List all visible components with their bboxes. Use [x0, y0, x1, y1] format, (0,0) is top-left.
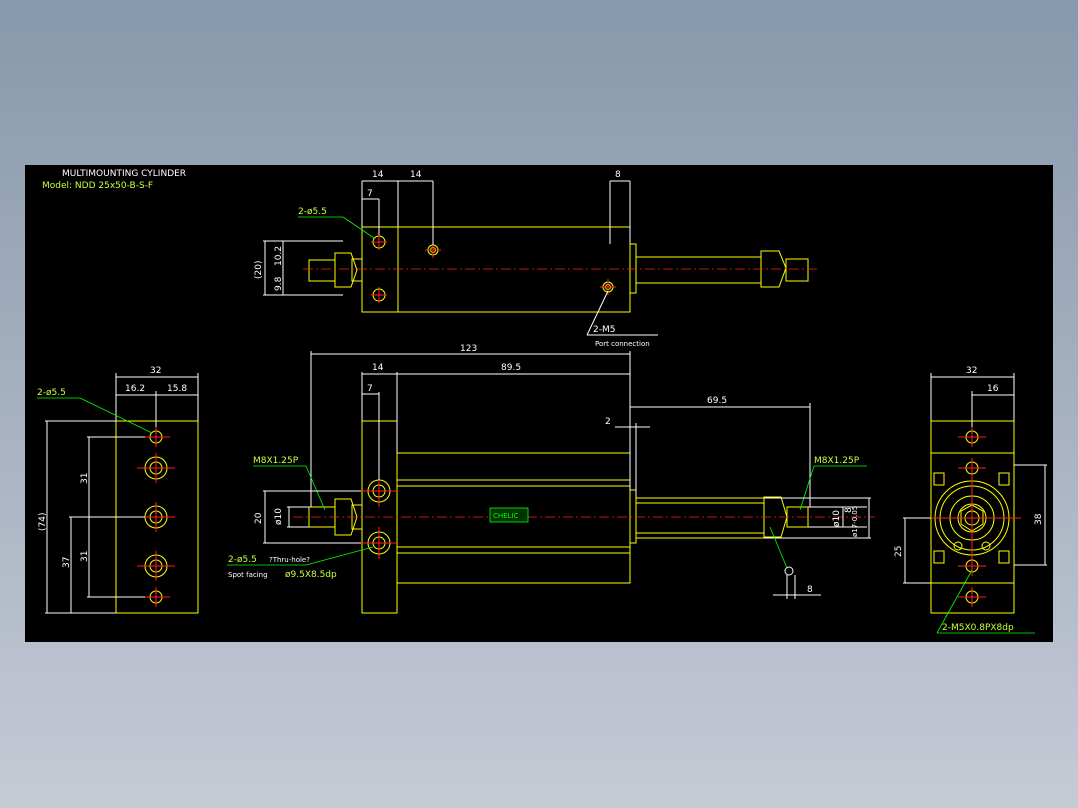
side-dim-31a: 31: [80, 473, 90, 484]
dim-8-bottom: 8: [807, 585, 813, 595]
cad-drawing: MULTIMOUNTING CYLINDER Model: NDD 25x50-…: [37, 169, 1047, 634]
dim-phi17: ø17-0.05: [851, 506, 859, 537]
dim-14-front: 14: [372, 363, 384, 373]
spot-facing-label: Spot facing: [228, 571, 268, 579]
front-view: CHELIC 123 14 89.5 7 69.5 2 M8X1.25P M8X…: [227, 344, 875, 614]
dim-69-5: 69.5: [707, 396, 727, 406]
end-dim-16: 16: [987, 384, 999, 394]
dim-123: 123: [460, 344, 477, 354]
dim-phi10-left: ø10: [274, 508, 284, 525]
spot-facing-value: ø9.5X8.5dp: [285, 570, 337, 580]
dim-2: 2: [605, 417, 611, 427]
dim-14b: 14: [410, 170, 422, 180]
hole-note-front: 2-ø5.5: [228, 555, 257, 565]
port-label: 2-M5: [593, 325, 615, 335]
end-dim-38: 38: [1034, 513, 1044, 525]
brand-label: CHELIC: [493, 512, 519, 520]
cad-drawing-area[interactable]: MULTIMOUNTING CYLINDER Model: NDD 25x50-…: [25, 165, 1053, 642]
end-view: 32 16 38 25 2-M5X0.8PX8dp: [894, 366, 1047, 634]
port-sub-label: Port connection: [595, 340, 650, 348]
side-dim-31b: 31: [80, 551, 90, 562]
side-dim-16-2: 16.2: [125, 384, 145, 394]
end-tap-label: 2-M5X0.8PX8dp: [942, 623, 1014, 633]
side-dim-15-8: 15.8: [167, 384, 187, 394]
hole-label-top: 2-ø5.5: [298, 207, 327, 217]
dim-20-front: 20: [254, 512, 264, 524]
side-dim-32: 32: [150, 366, 161, 376]
model-label: Model: NDD 25x50-B-S-F: [42, 181, 153, 191]
dim-20-top: (20): [254, 261, 264, 279]
dim-phi10-right: ø10: [832, 510, 842, 527]
side-view: 32 16.2 15.8 2-ø5.5 (74) 31 37 31: [37, 366, 199, 614]
end-dim-32: 32: [966, 366, 977, 376]
dim-9-8: 9.8: [274, 276, 284, 291]
top-view: 14 14 7 8 2-ø5.5 (20) 10.2 9.8 2-M5 Port…: [254, 170, 820, 348]
thread-label-right: M8X1.25P: [814, 456, 860, 466]
dim-8: 8: [615, 170, 621, 180]
side-hole-label: 2-ø5.5: [37, 388, 66, 398]
side-dim-37: 37: [62, 557, 72, 568]
hole-note-sub: ?Thru-hole?: [269, 556, 310, 564]
side-dim-74: (74): [38, 513, 48, 531]
dim-89-5: 89.5: [501, 363, 521, 373]
drawing-title: MULTIMOUNTING CYLINDER: [62, 169, 186, 179]
dim-7-front: 7: [367, 384, 373, 394]
dim-7: 7: [367, 189, 373, 199]
end-dim-25: 25: [894, 546, 904, 557]
dim-10-2: 10.2: [274, 246, 284, 266]
thread-label-left: M8X1.25P: [253, 456, 299, 466]
dim-14a: 14: [372, 170, 384, 180]
